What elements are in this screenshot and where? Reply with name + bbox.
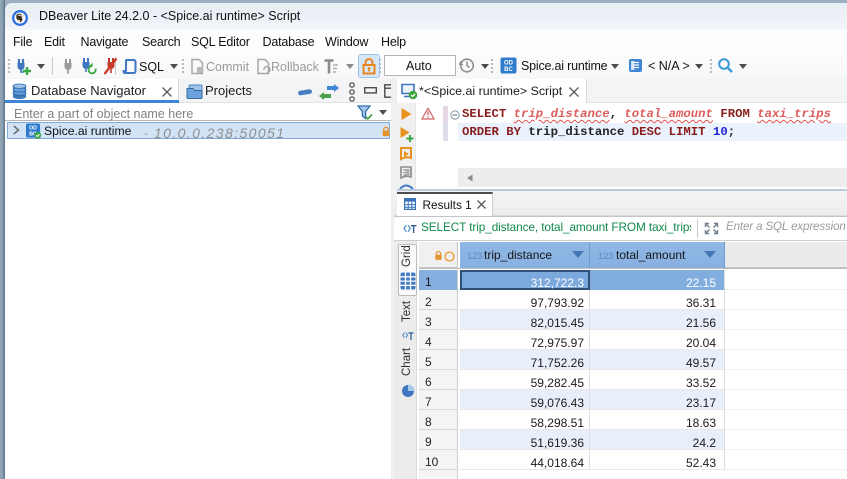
svg-text:OD: OD (29, 126, 37, 132)
svg-text:OD: OD (504, 61, 514, 67)
svg-text:BC: BC (504, 67, 513, 73)
